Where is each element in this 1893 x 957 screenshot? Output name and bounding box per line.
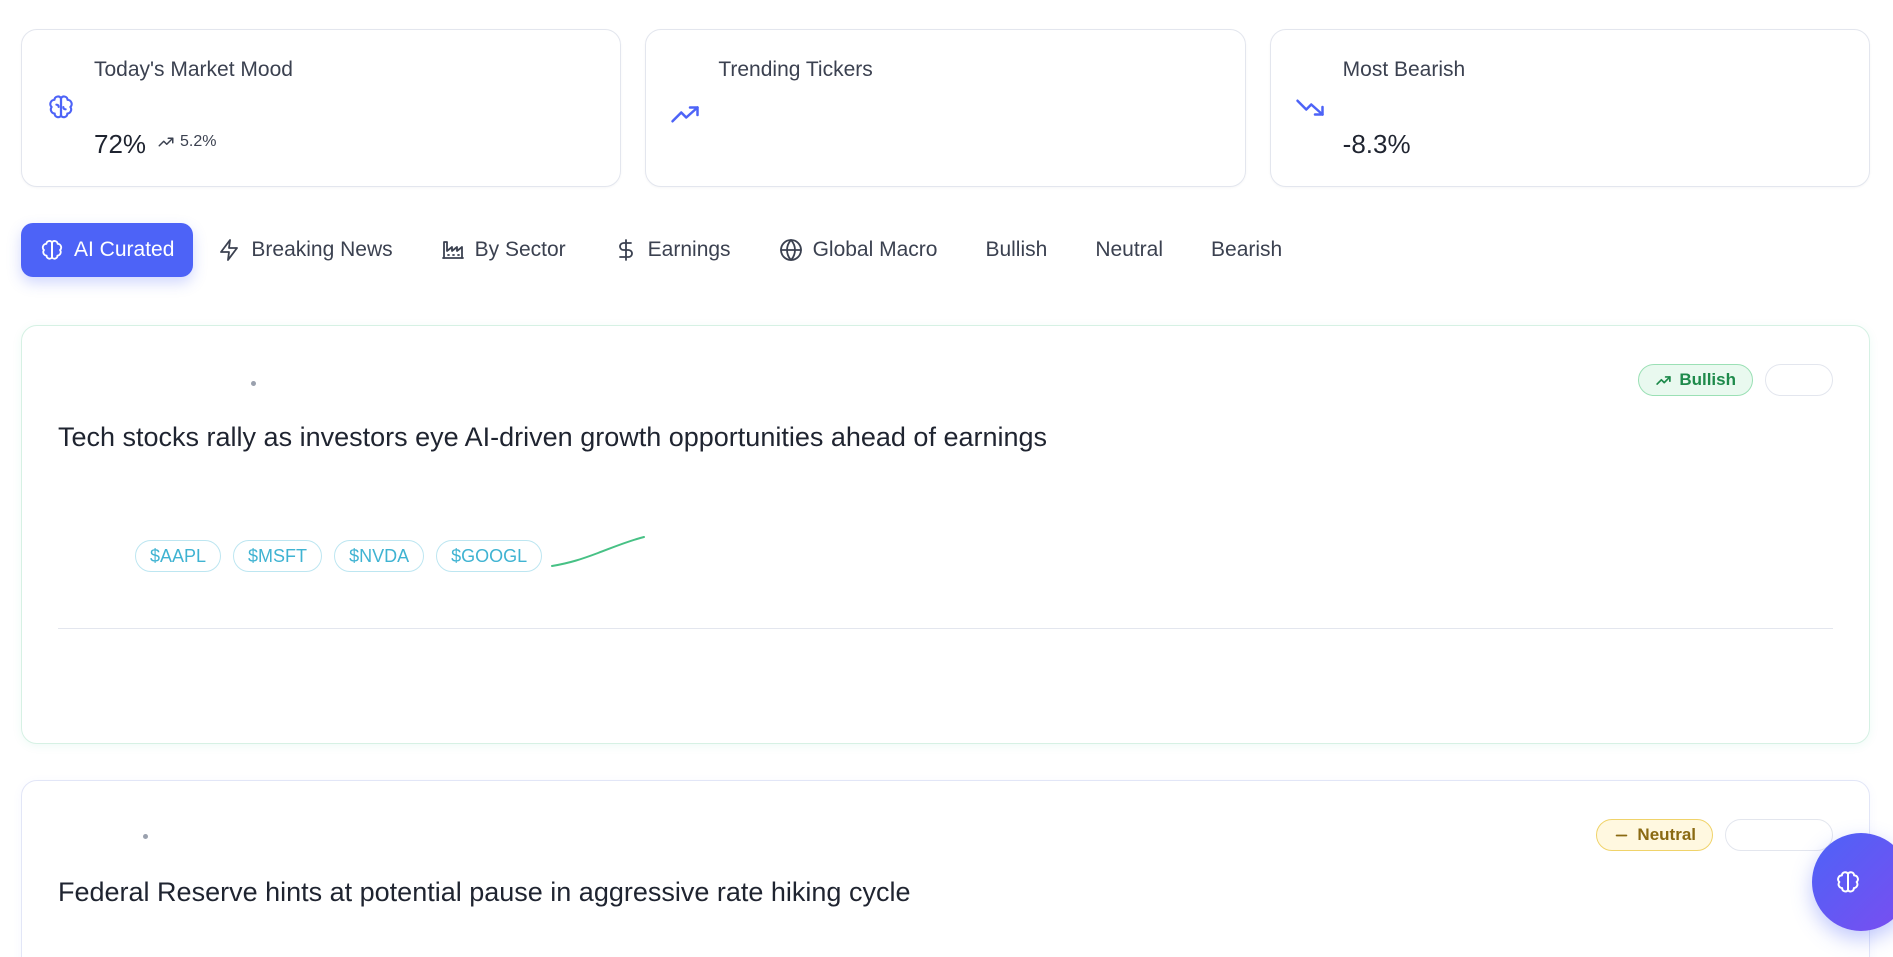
- empty-badge: [1725, 819, 1833, 851]
- ticker-chip[interactable]: $NVDA: [334, 540, 425, 572]
- stat-value: -8.3%: [1342, 129, 1411, 159]
- card-divider: [58, 628, 1833, 629]
- trending-up-icon: [1656, 375, 1672, 385]
- market-mood-card: Today's Market Mood 72% 5.2%: [21, 29, 622, 187]
- tab-bullish[interactable]: Bullish: [961, 223, 1071, 277]
- tab-label: Global Macro: [812, 238, 938, 261]
- trending-up-icon: [670, 100, 700, 130]
- tab-label: AI Curated: [74, 238, 175, 261]
- sentiment-badge: Neutral: [1596, 819, 1713, 851]
- meta-separator-dot: [251, 381, 256, 386]
- ticker-list: $AAPL $MSFT $NVDA $GOOGL: [135, 540, 543, 572]
- stat-title: Trending Tickers: [718, 58, 873, 81]
- news-card[interactable]: Bullish Tech stocks rally as investors e…: [21, 325, 1870, 744]
- lightning-icon: [220, 239, 239, 261]
- tab-label: Earnings: [647, 238, 731, 261]
- stat-title: Today's Market Mood: [94, 58, 293, 81]
- brain-icon: [1837, 871, 1859, 893]
- card-badges: Bullish: [1638, 364, 1833, 396]
- globe-icon: [779, 239, 802, 261]
- factory-icon: [441, 241, 464, 259]
- dollar-icon: [618, 239, 633, 261]
- sentiment-label: Neutral: [1637, 825, 1696, 844]
- minus-icon: [1616, 834, 1628, 836]
- tab-earnings[interactable]: Earnings: [590, 223, 755, 277]
- trending-down-icon: [1295, 92, 1325, 122]
- most-bearish-card: Most Bearish -8.3%: [1269, 29, 1870, 187]
- sparkline-chart: [551, 536, 645, 567]
- tab-bearish[interactable]: Bearish: [1187, 223, 1306, 277]
- tab-label: By Sector: [474, 238, 566, 261]
- stat-value: 72%: [94, 129, 147, 159]
- trending-up-icon: [158, 137, 174, 147]
- ticker-chip[interactable]: $AAPL: [135, 540, 222, 572]
- brain-icon: [41, 240, 63, 260]
- sentiment-label: Bullish: [1679, 370, 1736, 389]
- tab-label: Bearish: [1211, 238, 1283, 261]
- stat-delta-value: 5.2%: [180, 133, 217, 150]
- stat-delta: 5.2%: [157, 133, 216, 151]
- ticker-chip[interactable]: $GOOGL: [436, 540, 543, 572]
- tab-ai-curated[interactable]: AI Curated: [21, 223, 194, 277]
- tab-global-macro[interactable]: Global Macro: [755, 223, 962, 277]
- category-tabs: AI Curated Breaking News By Sector Earni…: [21, 223, 1306, 277]
- news-headline[interactable]: Federal Reserve hints at potential pause…: [58, 877, 910, 908]
- sentiment-badge: Bullish: [1638, 364, 1753, 396]
- news-card[interactable]: Neutral Federal Reserve hints at potenti…: [21, 780, 1870, 957]
- brain-icon: [46, 92, 76, 122]
- tab-breaking-news[interactable]: Breaking News: [193, 223, 416, 277]
- tab-label: Neutral: [1095, 238, 1164, 261]
- tab-label: Breaking News: [251, 238, 393, 261]
- trending-tickers-card: Trending Tickers: [645, 29, 1246, 187]
- tab-neutral[interactable]: Neutral: [1071, 223, 1187, 277]
- ticker-chip[interactable]: $MSFT: [233, 540, 323, 572]
- stat-title: Most Bearish: [1342, 58, 1466, 81]
- card-badges: Neutral: [1596, 819, 1833, 851]
- meta-separator-dot: [143, 834, 148, 839]
- stats-row: Today's Market Mood 72% 5.2% Trending Ti…: [21, 29, 1870, 187]
- tab-by-sector[interactable]: By Sector: [417, 223, 590, 277]
- news-headline[interactable]: Tech stocks rally as investors eye AI-dr…: [58, 422, 1047, 453]
- empty-badge: [1765, 364, 1833, 396]
- tab-label: Bullish: [985, 238, 1048, 261]
